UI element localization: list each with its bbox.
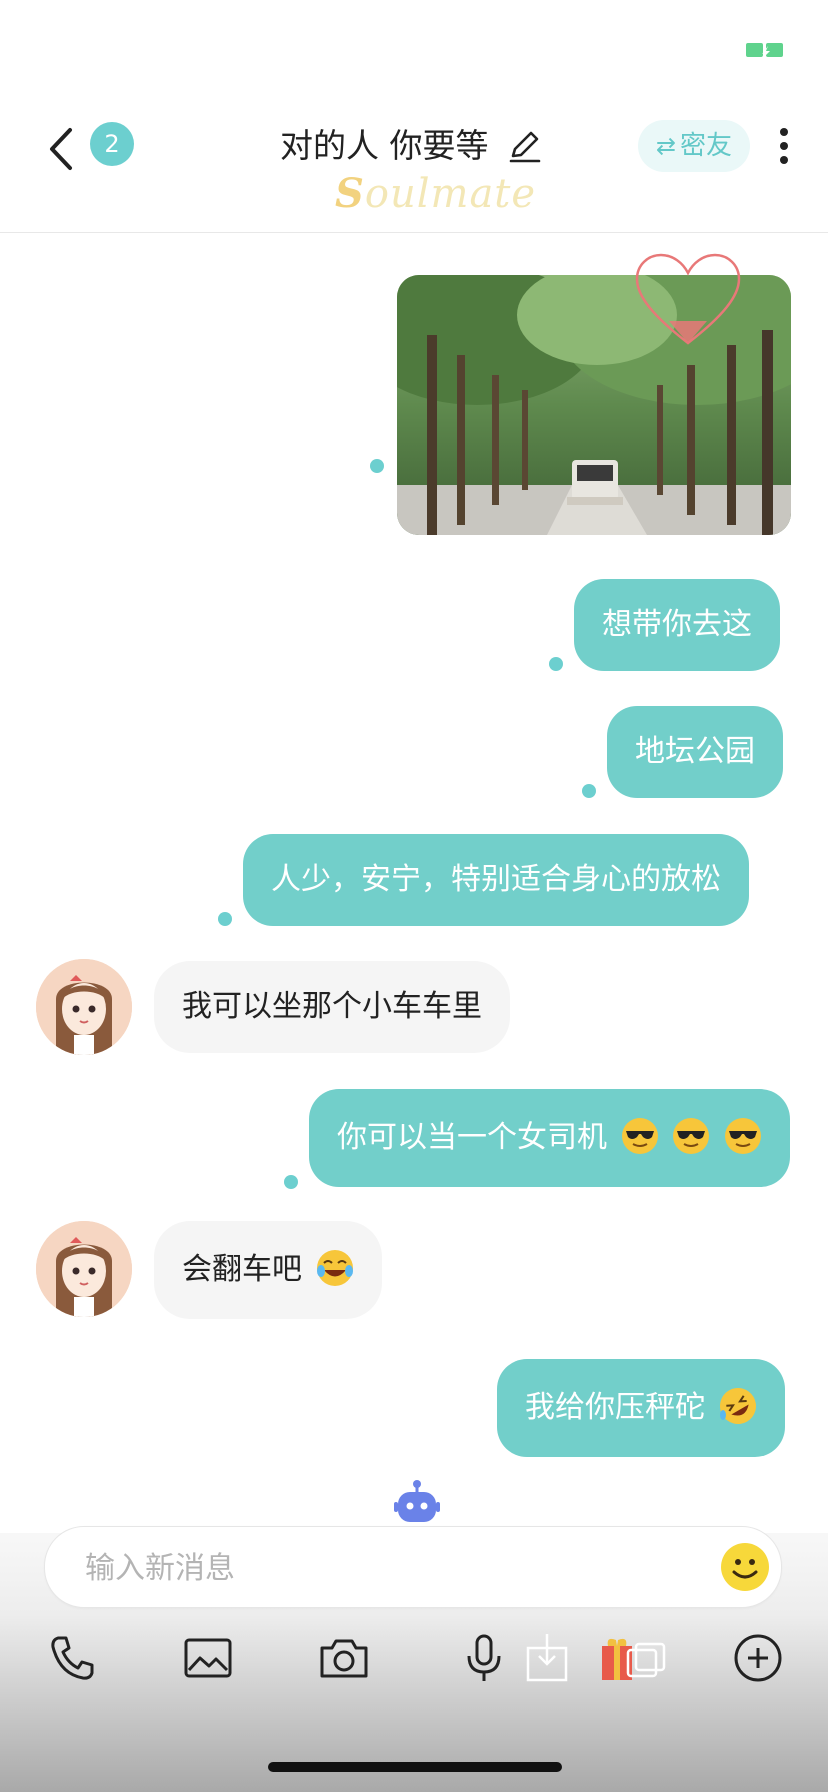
- chat-header: 2 对的人 你要等 Soulmate ⇄ 密友: [0, 90, 828, 233]
- message-outgoing[interactable]: 地坛公园: [607, 706, 783, 798]
- soulmate-watermark: Soulmate: [335, 170, 537, 217]
- chat-screen: 2 对的人 你要等 Soulmate ⇄ 密友 想带你去这 地坛公园 人少，安宁…: [0, 0, 828, 1792]
- phone-icon[interactable]: [44, 1630, 100, 1686]
- message-text: 想带你去这: [602, 607, 752, 642]
- message-input-bar: [44, 1526, 782, 1609]
- unread-badge[interactable]: 2: [90, 122, 134, 166]
- tears-of-joy-emoji: [316, 1249, 353, 1286]
- message-text: 会翻车吧: [182, 1252, 302, 1287]
- status-dot: [582, 784, 596, 798]
- message-outgoing[interactable]: 你可以当一个女司机: [309, 1089, 790, 1187]
- message-text: 你可以当一个女司机: [337, 1120, 607, 1155]
- title-area[interactable]: 对的人 你要等: [270, 120, 570, 172]
- status-dot: [284, 1175, 298, 1189]
- microphone-icon[interactable]: [456, 1630, 512, 1686]
- home-indicator[interactable]: [268, 1762, 562, 1772]
- message-outgoing[interactable]: 人少，安宁，特别适合身心的放松: [243, 834, 749, 926]
- message-outgoing[interactable]: 我给你压秤砣: [497, 1359, 785, 1457]
- friend-toggle-button[interactable]: ⇄ 密友: [638, 120, 750, 172]
- gift-icon[interactable]: [598, 1630, 670, 1686]
- message-incoming[interactable]: 我可以坐那个小车车里: [154, 961, 510, 1053]
- camera-icon[interactable]: [316, 1630, 372, 1686]
- message-text: 我给你压秤砣: [525, 1390, 705, 1425]
- more-vertical-icon[interactable]: [772, 124, 796, 168]
- swap-icon: ⇄: [655, 132, 677, 160]
- friend-button-label: 密友: [680, 131, 733, 161]
- status-dot: [218, 912, 232, 926]
- message-outgoing[interactable]: 想带你去这: [574, 579, 780, 671]
- emoji-button[interactable]: [719, 1541, 771, 1593]
- message-input[interactable]: [83, 1527, 647, 1609]
- sunglasses-emoji: [724, 1117, 761, 1154]
- message-text: 人少，安宁，特别适合身心的放松: [271, 862, 721, 897]
- sunglasses-emoji: [621, 1117, 658, 1154]
- sunglasses-emoji: [673, 1117, 710, 1154]
- chat-messages[interactable]: 想带你去这 地坛公园 人少，安宁，特别适合身心的放松 我可以坐那个小车车里 你可…: [0, 233, 828, 1533]
- battery-icon: [746, 43, 783, 57]
- avatar[interactable]: [36, 1221, 132, 1317]
- message-text: 我可以坐那个小车车里: [182, 989, 482, 1024]
- message-incoming[interactable]: 会翻车吧: [154, 1221, 382, 1319]
- bottom-toolbar: [0, 1630, 828, 1696]
- download-icon[interactable]: [522, 1630, 578, 1686]
- plus-icon[interactable]: [730, 1630, 786, 1686]
- image-icon[interactable]: [180, 1630, 236, 1686]
- back-button[interactable]: [40, 124, 84, 174]
- robot-icon[interactable]: [394, 1480, 440, 1524]
- message-text: 地坛公园: [635, 734, 755, 769]
- status-bar: [0, 0, 828, 90]
- avatar[interactable]: [36, 959, 132, 1055]
- status-dot: [549, 657, 563, 671]
- pencil-icon[interactable]: [507, 128, 543, 164]
- status-dot: [370, 459, 384, 473]
- heart-icon: [635, 253, 741, 345]
- rolling-laughing-emoji: [719, 1387, 756, 1424]
- chat-title: 对的人 你要等: [280, 126, 489, 165]
